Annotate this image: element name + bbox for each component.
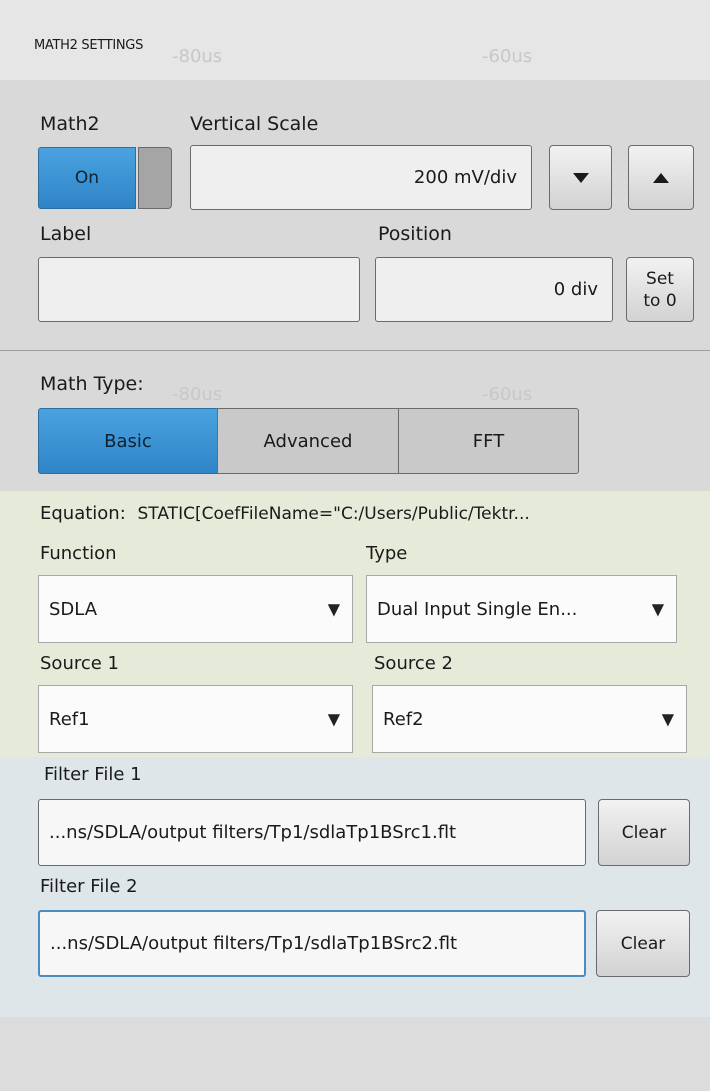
tab-fft-label: FFT [472, 430, 505, 452]
math2-settings-panel: -80us -60us -80us -60us MATH2 SETTINGS M… [0, 0, 710, 1091]
set-to-zero-line1: Set [646, 268, 674, 289]
dropdown-arrow-icon: ▼ [327, 709, 340, 729]
source2-label: Source 2 [374, 653, 453, 674]
toggle-label: On [74, 168, 100, 188]
type-select[interactable]: Dual Input Single En... ▼ [366, 575, 677, 643]
type-label: Type [366, 543, 408, 564]
vertical-scale-value: 200 mV/div [413, 167, 517, 188]
tab-fft[interactable]: FFT [398, 408, 579, 474]
grid-time-label: -80us [172, 46, 223, 67]
math-type-label: Math Type: [40, 373, 144, 395]
source1-value: Ref1 [49, 708, 90, 730]
equation-row: Equation: STATIC[CoefFileName="C:/Users/… [40, 503, 530, 524]
bottom-section [0, 1017, 710, 1091]
math-label: Math2 [40, 113, 100, 135]
math-on-toggle[interactable]: On [38, 147, 136, 209]
label-field-label: Label [40, 223, 92, 245]
type-value: Dual Input Single En... [377, 598, 578, 620]
position-field[interactable]: 0 div [375, 257, 613, 322]
position-label: Position [378, 223, 452, 245]
source1-select[interactable]: Ref1 ▼ [38, 685, 353, 753]
toggle-knob[interactable] [138, 147, 172, 209]
dropdown-arrow-icon: ▼ [661, 709, 674, 729]
filter-file2-label: Filter File 2 [40, 876, 138, 897]
grid-time-label: -60us [482, 384, 533, 405]
equation-label: Equation: [40, 503, 126, 524]
triangle-up-icon [653, 168, 669, 188]
tab-basic[interactable]: Basic [38, 408, 218, 474]
vertical-scale-label: Vertical Scale [190, 113, 319, 135]
set-to-zero-line2: to 0 [643, 290, 677, 311]
source2-value: Ref2 [383, 708, 424, 730]
grid-time-label: -80us [172, 384, 223, 405]
scale-down-button[interactable] [549, 145, 612, 210]
scale-up-button[interactable] [628, 145, 694, 210]
filter-file1-path: ...ns/SDLA/output filters/Tp1/sdlaTp1BSr… [49, 822, 457, 843]
filter-file2-path: ...ns/SDLA/output filters/Tp1/sdlaTp1BSr… [50, 933, 458, 954]
tab-basic-label: Basic [104, 430, 152, 452]
filter-file2-field[interactable]: ...ns/SDLA/output filters/Tp1/sdlaTp1BSr… [38, 910, 586, 977]
source1-label: Source 1 [40, 653, 119, 674]
dropdown-arrow-icon: ▼ [651, 599, 664, 619]
grid-time-label: -60us [482, 46, 533, 67]
clear-filter2-button[interactable]: Clear [596, 910, 690, 977]
label-input[interactable] [38, 257, 360, 322]
dropdown-arrow-icon: ▼ [327, 599, 340, 619]
tab-advanced-label: Advanced [263, 430, 353, 452]
clear-filter1-button[interactable]: Clear [598, 799, 690, 866]
clear-label: Clear [621, 822, 667, 843]
source2-select[interactable]: Ref2 ▼ [372, 685, 687, 753]
function-value: SDLA [49, 598, 98, 620]
equation-value: STATIC[CoefFileName="C:/Users/Public/Tek… [137, 504, 530, 524]
function-label: Function [40, 543, 117, 564]
clear-label: Clear [620, 933, 666, 954]
triangle-down-icon [572, 168, 589, 188]
filter-file1-field[interactable]: ...ns/SDLA/output filters/Tp1/sdlaTp1BSr… [38, 799, 586, 866]
function-select[interactable]: SDLA ▼ [38, 575, 353, 643]
filter-file1-label: Filter File 1 [44, 764, 142, 785]
panel-title: MATH2 SETTINGS [34, 38, 144, 53]
tab-advanced[interactable]: Advanced [217, 408, 399, 474]
set-to-zero-button[interactable]: Set to 0 [626, 257, 694, 322]
vertical-scale-field[interactable]: 200 mV/div [190, 145, 532, 210]
position-value: 0 div [553, 279, 598, 300]
